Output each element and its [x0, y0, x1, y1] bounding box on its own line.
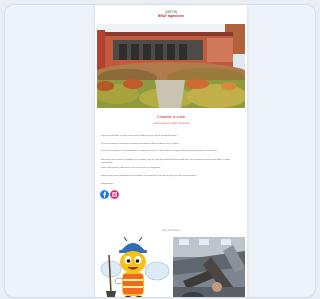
- preview-card: JUSTIN BRAY Ingenieure Chantier à votre …: [4, 4, 316, 298]
- paragraph: Nemo enim ipsam voluptatem quia voluptas…: [101, 175, 197, 177]
- brand-tag: BRAY Ingenieure: [158, 14, 184, 19]
- mascot-image: [97, 237, 170, 297]
- worksite-photo: [173, 237, 245, 297]
- brand-logo: JUSTIN BRAY Ingenieure: [95, 10, 247, 19]
- headline: Chantier à votre: [156, 114, 186, 119]
- facebook-icon[interactable]: [100, 190, 109, 199]
- hero-image: [97, 24, 245, 108]
- subheadline: Lorem ipsum dolor sit amet: [152, 121, 190, 125]
- paragraph: Duis aute irure dolor in reprehenderit i…: [101, 150, 218, 152]
- email-preview: JUSTIN BRAY Ingenieure Chantier à votre …: [95, 5, 247, 297]
- follow-label: Suivez-nous: [101, 183, 114, 185]
- instagram-icon[interactable]: [110, 190, 119, 199]
- gallery-label: Nos chantiers: [161, 228, 181, 232]
- paragraph: Excepteur sint occaecat cupidatat non pr…: [101, 159, 230, 164]
- paragraph: Lorem ipsum dolor sit amet consectetur a…: [101, 135, 177, 137]
- paragraph: Sed ut perspiciatis unde omnis iste natu…: [101, 167, 161, 169]
- social-links: [100, 190, 119, 199]
- paragraph: Ut enim ad minim veniam quis nostrud exe…: [101, 143, 180, 145]
